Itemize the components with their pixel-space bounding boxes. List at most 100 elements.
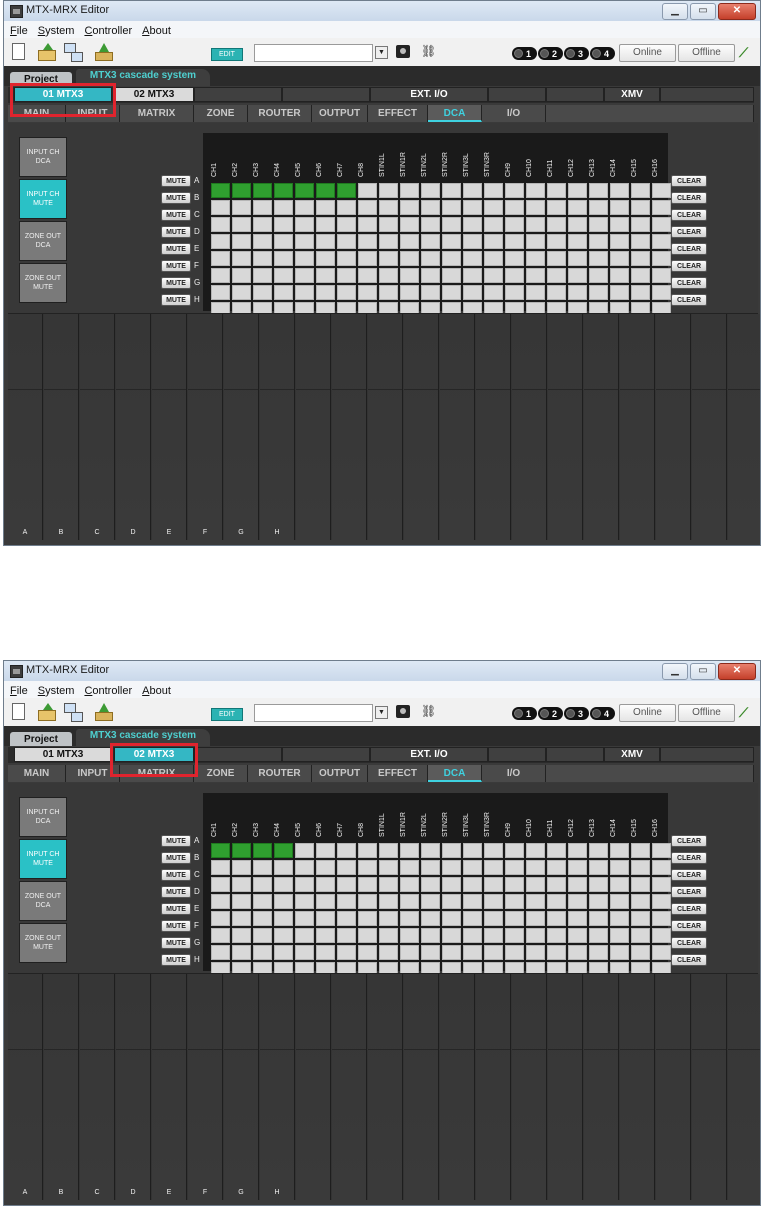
dca-cell[interactable] [421, 877, 440, 892]
side-button-zone-out-dca[interactable]: ZONE OUT DCA [19, 221, 67, 261]
dca-cell[interactable] [547, 200, 566, 215]
dca-cell[interactable] [610, 928, 629, 943]
dca-cell[interactable] [316, 860, 335, 875]
dca-cell[interactable] [253, 285, 272, 300]
side-button-input-ch-mute[interactable]: INPUT CH MUTE [19, 179, 67, 219]
unit-tab-7[interactable]: XMV [604, 87, 660, 102]
dca-cell[interactable] [526, 911, 545, 926]
dca-cell[interactable] [610, 843, 629, 858]
dca-cell[interactable] [253, 860, 272, 875]
dca-cell[interactable] [316, 877, 335, 892]
dca-cell[interactable] [484, 268, 503, 283]
dca-cell[interactable] [463, 911, 482, 926]
dca-cell[interactable] [400, 877, 419, 892]
dca-cell[interactable] [337, 877, 356, 892]
dca-cell[interactable] [337, 860, 356, 875]
dca-cell[interactable] [358, 911, 377, 926]
tab-main[interactable]: MAIN [8, 765, 66, 782]
new-file-icon[interactable] [12, 43, 25, 60]
dca-cell[interactable] [337, 894, 356, 909]
dca-cell[interactable] [316, 217, 335, 232]
dca-cell[interactable] [505, 894, 524, 909]
clear-button-f[interactable]: CLEAR [671, 260, 707, 272]
dca-cell[interactable] [295, 234, 314, 249]
dca-cell[interactable] [505, 285, 524, 300]
dca-cell[interactable] [337, 251, 356, 266]
dca-cell[interactable] [211, 268, 230, 283]
unit-tab-7[interactable]: XMV [604, 747, 660, 762]
dca-cell[interactable] [652, 251, 671, 266]
dca-cell[interactable] [526, 200, 545, 215]
dca-cell[interactable] [631, 234, 650, 249]
mute-button-c[interactable]: MUTE [161, 209, 191, 221]
tab-project[interactable]: Project [10, 72, 72, 86]
dca-cell[interactable] [652, 945, 671, 960]
mute-button-b[interactable]: MUTE [161, 192, 191, 204]
dca-cell[interactable] [526, 928, 545, 943]
dca-cell[interactable] [547, 911, 566, 926]
signal-button-4[interactable]: 4 [590, 47, 615, 60]
dca-cell[interactable] [400, 860, 419, 875]
dca-cell[interactable] [652, 843, 671, 858]
clear-button-c[interactable]: CLEAR [671, 209, 707, 221]
dca-cell[interactable] [568, 234, 587, 249]
dca-cell[interactable] [295, 200, 314, 215]
dca-cell[interactable] [421, 251, 440, 266]
dca-cell[interactable] [274, 217, 293, 232]
dca-cell[interactable] [547, 234, 566, 249]
dca-cell[interactable] [211, 911, 230, 926]
side-button-input-ch-mute[interactable]: INPUT CH MUTE [19, 839, 67, 879]
dca-cell[interactable] [232, 200, 251, 215]
dca-cell[interactable] [211, 285, 230, 300]
dca-cell[interactable] [442, 183, 461, 198]
dca-cell[interactable] [316, 894, 335, 909]
dca-cell[interactable] [463, 251, 482, 266]
dca-cell[interactable] [421, 217, 440, 232]
dca-cell[interactable] [589, 928, 608, 943]
dca-cell[interactable] [295, 928, 314, 943]
dca-cell[interactable] [442, 911, 461, 926]
signal-button-2[interactable]: 2 [538, 707, 563, 720]
dca-cell[interactable] [526, 843, 545, 858]
side-button-zone-out-dca[interactable]: ZONE OUT DCA [19, 881, 67, 921]
dca-cell[interactable] [589, 183, 608, 198]
dca-cell[interactable] [379, 894, 398, 909]
dca-cell[interactable] [484, 843, 503, 858]
dca-cell[interactable] [358, 217, 377, 232]
dca-cell[interactable] [316, 268, 335, 283]
dca-cell[interactable] [400, 200, 419, 215]
dca-cell[interactable] [526, 877, 545, 892]
unit-tab-3[interactable] [282, 747, 370, 762]
dca-cell[interactable] [379, 200, 398, 215]
dca-cell[interactable] [337, 843, 356, 858]
dca-cell[interactable] [316, 945, 335, 960]
unit-tab-8[interactable] [660, 747, 754, 762]
dca-cell[interactable] [610, 285, 629, 300]
dca-cell[interactable] [421, 183, 440, 198]
dca-cell[interactable] [400, 217, 419, 232]
dca-cell[interactable] [484, 200, 503, 215]
dca-cell[interactable] [589, 894, 608, 909]
online-button[interactable]: Online [619, 704, 676, 722]
dca-cell[interactable] [568, 268, 587, 283]
dca-cell[interactable] [589, 234, 608, 249]
dca-cell[interactable] [295, 911, 314, 926]
dca-cell[interactable] [484, 928, 503, 943]
dca-cell[interactable] [379, 268, 398, 283]
tab-dca[interactable]: DCA [428, 765, 482, 782]
dca-cell[interactable] [274, 894, 293, 909]
dca-cell[interactable] [589, 217, 608, 232]
dca-cell[interactable] [610, 234, 629, 249]
dca-cell[interactable] [568, 843, 587, 858]
edit-button[interactable]: EDIT [211, 708, 243, 721]
tab-router[interactable]: ROUTER [248, 765, 312, 782]
tab-effect[interactable]: EFFECT [368, 765, 428, 782]
tab-zone[interactable]: ZONE [194, 765, 248, 782]
dca-cell[interactable] [274, 234, 293, 249]
dca-cell[interactable] [421, 911, 440, 926]
dca-cell[interactable] [505, 843, 524, 858]
dca-cell[interactable] [610, 860, 629, 875]
link-icon[interactable]: ⛓ [421, 45, 436, 58]
dca-cell[interactable] [379, 843, 398, 858]
maximize-button[interactable]: ▭ [690, 663, 716, 680]
